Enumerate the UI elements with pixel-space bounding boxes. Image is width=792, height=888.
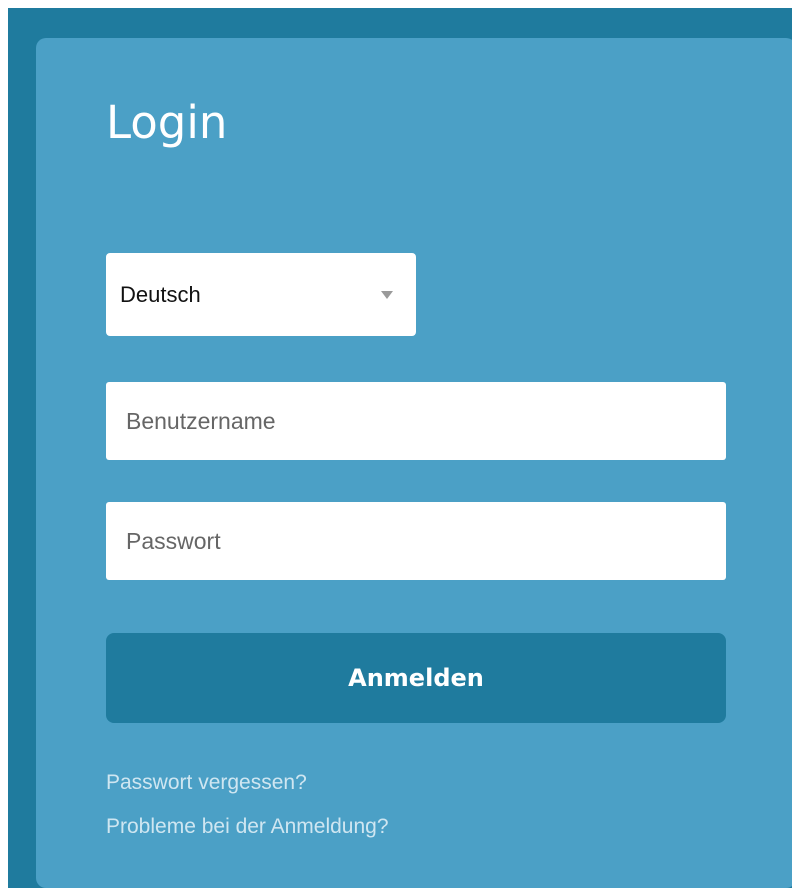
username-field[interactable] [106,382,726,460]
chevron-down-icon [381,291,393,299]
login-button[interactable]: Anmelden [106,633,726,723]
login-problems-link[interactable]: Probleme bei der Anmeldung? [106,815,389,839]
language-select-value: Deutsch [120,282,201,307]
password-field[interactable] [106,502,726,580]
language-select[interactable]: Deutsch [106,253,416,336]
page-title: Login [106,96,228,149]
login-panel: Login Deutsch Anmelden Passwort vergesse… [36,38,792,888]
forgot-password-link[interactable]: Passwort vergessen? [106,771,307,795]
login-frame: Login Deutsch Anmelden Passwort vergesse… [8,8,792,888]
